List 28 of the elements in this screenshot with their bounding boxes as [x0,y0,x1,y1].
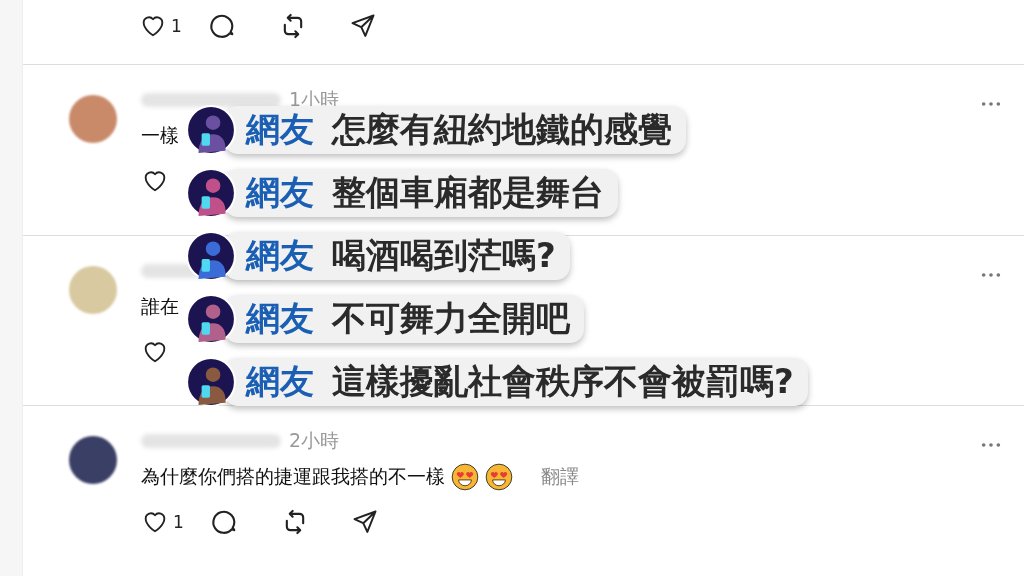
heart-eyes-emoji-icon [451,462,479,491]
caption-text: 怎麼有紐約地鐵的感覺 [332,107,672,151]
heart-eyes-emoji-icon [485,462,513,491]
caption-text: 這樣擾亂社會秩序不會被罰嗎? [332,359,794,403]
person-avatar-icon [186,104,236,155]
like-count: 1 [170,16,183,37]
post-time: 2小時 [289,427,340,453]
caption-speaker: 網友 [246,359,314,403]
person-avatar-icon [186,230,236,281]
more-options-icon[interactable] [980,101,1002,108]
caption-text: 不可舞力全開吧 [332,296,570,340]
post-text: 誰在 [141,293,179,319]
caption-text: 整個車廂都是舞台 [332,170,604,214]
translate-link[interactable]: 翻譯 [541,463,579,490]
person-avatar-icon [186,167,236,218]
person-avatar-icon [186,293,236,344]
post-text: 一樣 [141,123,179,149]
person-avatar-icon [186,356,236,407]
caption-speaker: 網友 [246,170,314,214]
caption-text: 喝酒喝到茫嗎? [332,233,556,277]
more-options-icon[interactable] [980,441,1002,448]
caption-speaker: 網友 [246,296,314,340]
avatar[interactable] [69,435,117,484]
caption-speaker: 網友 [246,233,314,277]
post-text: 為什麼你們搭的捷運跟我搭的不一樣 [141,463,445,489]
caption-speaker: 網友 [246,107,314,151]
more-options-icon[interactable] [980,271,1002,278]
like-count: 1 [172,511,185,532]
